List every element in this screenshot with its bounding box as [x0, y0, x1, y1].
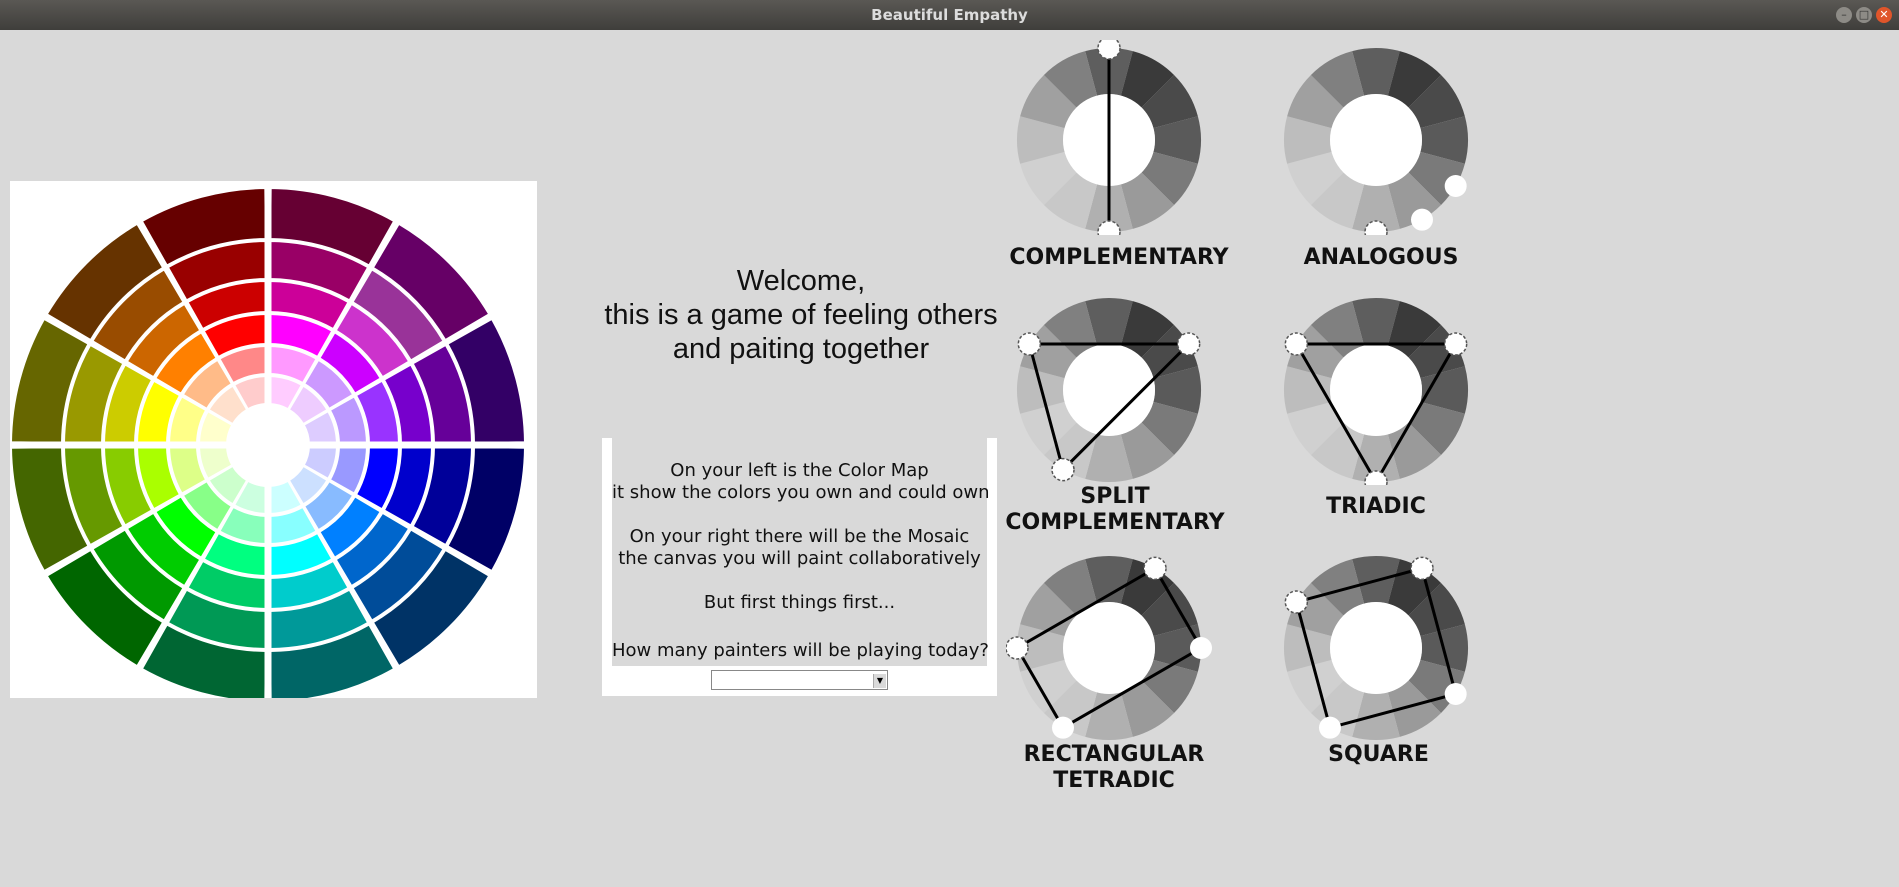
- intro-spacer: [612, 504, 987, 526]
- intro-line: it show the colors you own and could own: [612, 482, 990, 503]
- painter-count-select[interactable]: ▼: [711, 670, 888, 690]
- harmony-marker: [1284, 590, 1309, 614]
- minimize-button[interactable]: –: [1836, 7, 1852, 23]
- harmony-analogous: [1281, 40, 1471, 235]
- harmony-label-split-complementary: SPLIT COMPLEMENTARY: [1005, 484, 1225, 535]
- harmony-marker: [1443, 332, 1468, 356]
- harmony-label-rectangular-tetradic: RECTANGULAR TETRADIC: [1023, 742, 1205, 793]
- close-button[interactable]: ✕: [1876, 7, 1892, 23]
- triadic-wheel-icon: [1284, 298, 1468, 485]
- square-wheel-icon: [1284, 556, 1468, 740]
- chevron-down-icon[interactable]: ▼: [873, 674, 886, 688]
- intro-spacer: [612, 570, 987, 592]
- harmony-label-square: SQUARE: [1328, 742, 1429, 767]
- wheel-center: [1330, 602, 1422, 694]
- color-wheel[interactable]: [10, 181, 537, 698]
- harmony-marker: [1017, 332, 1042, 356]
- analogous-wheel-icon: [1284, 48, 1468, 235]
- harmony-rectangular-tetradic: [1006, 548, 1216, 743]
- painters-question: How many painters will be playing today?: [612, 640, 989, 661]
- harmony-marker: [1284, 332, 1309, 356]
- harmony-marker: [1444, 175, 1467, 197]
- harmony-label-complementary: COMPLEMENTARY: [1009, 245, 1229, 270]
- harmony-marker: [1444, 683, 1467, 705]
- harmony-complementary: [1014, 40, 1204, 235]
- intro-line: On your left is the Color Map: [670, 460, 929, 481]
- harmony-split-complementary: [1006, 290, 1216, 485]
- intro-spacer: [612, 614, 987, 640]
- welcome-line-1: Welcome,: [736, 265, 866, 297]
- complementary-wheel-icon: [1017, 40, 1201, 235]
- welcome-line-3: and paiting together: [672, 333, 930, 365]
- harmony-marker: [1051, 457, 1075, 482]
- harmony-marker: [1176, 332, 1201, 356]
- intro-line: the canvas you will paint collaborativel…: [618, 548, 981, 569]
- harmony-marker: [1190, 637, 1212, 659]
- harmony-marker: [1052, 716, 1074, 739]
- harmony-triadic: [1281, 290, 1471, 485]
- maximize-button[interactable]: □: [1856, 7, 1872, 23]
- intro-line: On your right there will be the Mosaic: [629, 526, 970, 547]
- intro-text: On your left is the Color Map it show th…: [612, 438, 990, 666]
- harmony-label-analogous: ANALOGOUS: [1303, 245, 1459, 270]
- harmony-marker: [1319, 716, 1341, 739]
- harmony-square: [1281, 548, 1471, 743]
- harmony-marker: [1411, 208, 1433, 231]
- split-complementary-wheel-icon: [1017, 298, 1201, 482]
- intro-line: But first things first...: [703, 592, 896, 613]
- intro-panel: On your left is the Color Map it show th…: [602, 438, 997, 696]
- window-title: Beautiful Empathy: [871, 6, 1028, 24]
- wheel-center: [1330, 94, 1422, 186]
- rectangular-tetradic-wheel-icon: [1006, 556, 1212, 740]
- welcome-line-2: this is a game of feeling others: [604, 299, 998, 331]
- wheel-center: [1063, 602, 1155, 694]
- harmony-marker: [1006, 636, 1029, 660]
- welcome-message: Welcome, this is a game of feeling other…: [596, 264, 1006, 366]
- wheel-center: [1330, 344, 1422, 436]
- harmony-marker: [1143, 556, 1167, 581]
- harmony-label-triadic: TRIADIC: [1326, 494, 1426, 519]
- window-titlebar: Beautiful Empathy – □ ✕: [0, 0, 1899, 30]
- color-map[interactable]: [10, 181, 537, 698]
- harmony-marker: [1410, 556, 1434, 581]
